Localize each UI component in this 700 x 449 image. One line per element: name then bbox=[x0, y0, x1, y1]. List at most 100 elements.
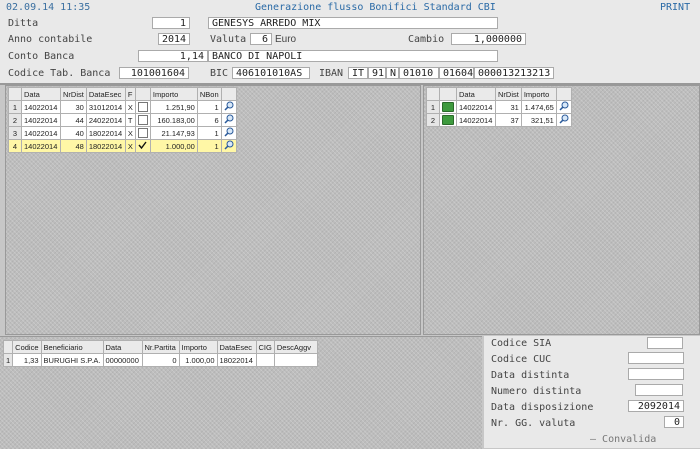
iban-account-field[interactable]: 000013213213 bbox=[474, 67, 554, 79]
numero-distinta-field[interactable] bbox=[635, 384, 683, 396]
cell-dataesec[interactable]: 18022014 bbox=[216, 353, 257, 367]
cell-descaggv[interactable] bbox=[273, 353, 318, 367]
cell-importo[interactable]: 1.251,90 bbox=[149, 100, 198, 114]
select-checkbox[interactable] bbox=[134, 113, 151, 127]
table-row[interactable]: 4 14022014 48 18022014 X 1.000,00 1 bbox=[8, 139, 237, 153]
convalida-button[interactable]: — Convalida bbox=[590, 434, 656, 445]
table-row[interactable]: 1 14022014 31 1.474,65 bbox=[426, 100, 572, 114]
col-header[interactable]: Data bbox=[102, 340, 143, 354]
cell-beneficiario[interactable]: BURUGHI S.P.A. bbox=[40, 353, 104, 367]
row-number[interactable]: 2 bbox=[426, 113, 440, 127]
iban-cab-field[interactable]: 01604 bbox=[439, 67, 474, 79]
magnifier-icon[interactable] bbox=[555, 113, 572, 127]
col-header[interactable]: Data bbox=[456, 87, 496, 101]
select-checkbox[interactable] bbox=[134, 139, 151, 153]
cell-nbon[interactable]: 1 bbox=[196, 100, 222, 114]
cambio-field[interactable]: 1,000000 bbox=[451, 33, 526, 45]
col-header[interactable]: Importo bbox=[149, 87, 198, 101]
cell-dataesec[interactable]: 18022014 bbox=[85, 126, 126, 140]
cell-importo[interactable]: 1.474,65 bbox=[520, 100, 557, 114]
col-header[interactable]: Data bbox=[21, 87, 61, 101]
cell-data[interactable]: 14022014 bbox=[21, 113, 61, 127]
anno-field[interactable]: 2014 bbox=[158, 33, 190, 45]
col-header[interactable]: Nr.Partita bbox=[141, 340, 180, 354]
col-header[interactable]: Beneficiario bbox=[40, 340, 104, 354]
col-header[interactable]: DataEsec bbox=[216, 340, 257, 354]
sia-field[interactable] bbox=[647, 337, 683, 349]
cell-nrdist[interactable]: 48 bbox=[60, 139, 87, 153]
col-header[interactable]: F bbox=[124, 87, 136, 101]
ditta-field[interactable]: 1 bbox=[152, 17, 190, 29]
cell-flag[interactable]: T bbox=[124, 113, 136, 127]
cell-nbon[interactable]: 1 bbox=[196, 139, 222, 153]
codtab-field[interactable]: 101001604 bbox=[119, 67, 189, 79]
cell-flag[interactable]: X bbox=[124, 139, 136, 153]
cell-importo[interactable]: 160.183,00 bbox=[149, 113, 198, 127]
row-number[interactable]: 4 bbox=[8, 139, 22, 153]
table-row[interactable]: 2 14022014 44 24022014 T 160.183,00 6 bbox=[8, 113, 237, 127]
go-arrow-icon[interactable] bbox=[439, 113, 457, 127]
iban-check-field[interactable]: 91 bbox=[368, 67, 386, 79]
cell-importo[interactable]: 1.000,00 bbox=[149, 139, 198, 153]
row-number[interactable]: 3 bbox=[8, 126, 22, 140]
cell-nbon[interactable]: 6 bbox=[196, 113, 222, 127]
select-checkbox[interactable] bbox=[134, 126, 151, 140]
cell-dataesec[interactable]: 24022014 bbox=[85, 113, 126, 127]
cell-nbon[interactable]: 1 bbox=[196, 126, 222, 140]
cell-codice[interactable]: 1,33 bbox=[12, 353, 42, 367]
magnifier-icon[interactable] bbox=[220, 100, 237, 114]
row-number[interactable]: 2 bbox=[8, 113, 22, 127]
bic-field[interactable]: 406101010AS bbox=[232, 67, 310, 79]
iban-country-field[interactable]: IT bbox=[348, 67, 368, 79]
cell-dataesec[interactable]: 18022014 bbox=[85, 139, 126, 153]
cell-dataesec[interactable]: 31012014 bbox=[85, 100, 126, 114]
magnifier-icon[interactable] bbox=[220, 139, 237, 153]
col-header[interactable]: NBon bbox=[196, 87, 222, 101]
table-row[interactable]: 3 14022014 40 18022014 X 21.147,93 1 bbox=[8, 126, 237, 140]
row-number[interactable]: 1 bbox=[8, 100, 22, 114]
col-header[interactable]: Codice bbox=[12, 340, 42, 354]
cell-flag[interactable]: X bbox=[124, 126, 136, 140]
table-row[interactable]: 2 14022014 37 321,51 bbox=[426, 113, 572, 127]
cell-nrpartita[interactable]: 0 bbox=[141, 353, 180, 367]
row-number[interactable]: 1 bbox=[426, 100, 440, 114]
col-header[interactable]: NrDist bbox=[495, 87, 522, 101]
select-checkbox[interactable] bbox=[134, 100, 151, 114]
iban-cin-field[interactable]: N bbox=[386, 67, 399, 79]
table-row[interactable]: 1 14022014 30 31012014 X 1.251,90 1 bbox=[8, 100, 237, 114]
col-header[interactable]: DescAggv bbox=[273, 340, 318, 354]
magnifier-icon[interactable] bbox=[220, 113, 237, 127]
cell-flag[interactable]: X bbox=[124, 100, 136, 114]
cell-importo[interactable]: 1.000,00 bbox=[178, 353, 218, 367]
go-arrow-icon[interactable] bbox=[439, 100, 457, 114]
print-button[interactable]: PRINT bbox=[660, 2, 690, 13]
cell-nrdist[interactable]: 31 bbox=[495, 100, 522, 114]
cell-nrdist[interactable]: 44 bbox=[60, 113, 87, 127]
valuta-field[interactable]: 6 bbox=[250, 33, 272, 45]
cell-data[interactable]: 14022014 bbox=[21, 139, 61, 153]
col-header[interactable]: Importo bbox=[178, 340, 218, 354]
col-header[interactable]: DataEsec bbox=[85, 87, 126, 101]
row-number[interactable]: 1 bbox=[2, 353, 14, 367]
data-distinta-field[interactable] bbox=[628, 368, 684, 380]
iban-abi-field[interactable]: 01010 bbox=[399, 67, 439, 79]
gg-valuta-field[interactable]: 0 bbox=[664, 416, 684, 428]
cell-data[interactable]: 14022014 bbox=[456, 100, 496, 114]
cell-data[interactable]: 00000000 bbox=[102, 353, 143, 367]
cell-importo[interactable]: 21.147,93 bbox=[149, 126, 198, 140]
cell-data[interactable]: 14022014 bbox=[21, 126, 61, 140]
cell-nrdist[interactable]: 37 bbox=[495, 113, 522, 127]
cell-nrdist[interactable]: 30 bbox=[60, 100, 87, 114]
col-header[interactable]: CIG bbox=[255, 340, 275, 354]
cell-data[interactable]: 14022014 bbox=[21, 100, 61, 114]
data-disposizione-field[interactable]: 2092014 bbox=[628, 400, 684, 412]
cell-data[interactable]: 14022014 bbox=[456, 113, 496, 127]
magnifier-icon[interactable] bbox=[555, 100, 572, 114]
cell-nrdist[interactable]: 40 bbox=[60, 126, 87, 140]
cuc-field[interactable] bbox=[628, 352, 684, 364]
col-header[interactable]: Importo bbox=[520, 87, 557, 101]
magnifier-icon[interactable] bbox=[220, 126, 237, 140]
cell-importo[interactable]: 321,51 bbox=[520, 113, 557, 127]
col-header[interactable]: NrDist bbox=[60, 87, 87, 101]
conto-field[interactable]: 1,14 bbox=[138, 50, 208, 62]
